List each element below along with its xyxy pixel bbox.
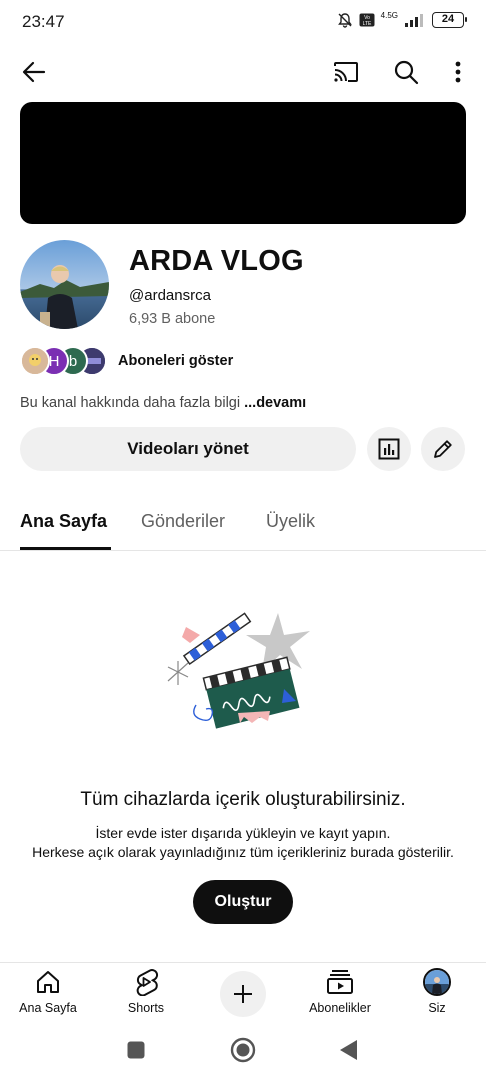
nav-you-icon-wrap [422, 967, 452, 997]
about-more-link[interactable]: ...devamı [244, 395, 306, 411]
tab-posts[interactable]: Gönderiler [141, 511, 225, 532]
active-tab-indicator [20, 547, 111, 550]
back-button[interactable] [338, 1039, 358, 1061]
status-time: 23:47 [22, 12, 65, 31]
status-bar: 23:47 Vo LTE 4.5G 24 [0, 0, 486, 46]
back-arrow-icon[interactable] [20, 58, 48, 86]
shorts-icon [131, 967, 161, 997]
nav-you-label: Siz [428, 1001, 446, 1015]
top-app-bar [0, 50, 486, 94]
create-button[interactable]: Oluştur [193, 880, 293, 924]
subscriber-count: 6,93 B abone [129, 311, 216, 327]
channel-tabs: Ana Sayfa Gönderiler Üyelik [0, 500, 486, 551]
status-icons: Vo LTE 4.5G 24 [337, 11, 467, 28]
nav-subscriptions[interactable]: Abonelikler [295, 967, 385, 1015]
tab-membership[interactable]: Üyelik [266, 511, 315, 532]
recents-button[interactable] [127, 1041, 145, 1059]
about-text: Bu kanal hakkında daha fazla bilgi [20, 395, 241, 411]
show-subscribers-row[interactable]: H b Aboneleri göster [20, 345, 233, 377]
nav-shorts-label: Shorts [127, 1001, 165, 1015]
signal-icon [405, 14, 423, 27]
pencil-icon [434, 440, 452, 458]
create-plus-button[interactable] [220, 971, 266, 1017]
clapperboard-illustration [160, 605, 326, 733]
channel-banner [20, 102, 466, 224]
analytics-button[interactable] [367, 427, 411, 471]
nav-shorts[interactable]: Shorts [101, 967, 191, 1015]
tab-home[interactable]: Ana Sayfa [20, 511, 107, 532]
plus-icon [234, 985, 252, 1003]
avatar [423, 968, 451, 996]
channel-handle: @ardansrca [129, 287, 211, 304]
show-subscribers-label[interactable]: Aboneleri göster [118, 353, 233, 369]
cast-icon[interactable] [332, 58, 360, 86]
home-icon [33, 967, 63, 997]
svg-text:LTE: LTE [362, 21, 371, 27]
empty-state-line-1: İster evde ister dışarıda yükleyin ve ka… [95, 825, 391, 841]
manage-videos-button[interactable]: Videoları yönet [20, 427, 356, 471]
bell-off-icon [337, 13, 352, 28]
nav-you[interactable]: Siz [392, 967, 482, 1015]
analytics-icon [378, 438, 400, 460]
nav-subscriptions-label: Abonelikler [309, 1001, 371, 1015]
system-navigation-bar [0, 1022, 486, 1080]
network-type: 4.5G [380, 11, 398, 20]
volte-icon: VoLTE [359, 13, 375, 27]
empty-state-title: Tüm cihazlarda içerik oluşturabilirsiniz… [80, 789, 406, 810]
nav-home-label: Ana Sayfa [19, 1001, 77, 1015]
edit-channel-button[interactable] [421, 427, 465, 471]
channel-avatar[interactable] [20, 240, 109, 329]
bottom-navigation: Ana Sayfa Shorts Abonelikler Siz [0, 962, 486, 1022]
more-vert-icon[interactable] [444, 58, 472, 86]
search-icon[interactable] [392, 58, 420, 86]
channel-name: ARDA VLOG [129, 245, 304, 277]
battery-indicator: 24 [432, 12, 467, 28]
channel-about[interactable]: Bu kanal hakkında daha fazla bilgi ...de… [20, 395, 306, 411]
home-button[interactable] [230, 1037, 256, 1063]
subscriber-avatar [20, 346, 50, 376]
empty-state-line-2: Herkese açık olarak yayınladığınız tüm i… [32, 844, 454, 860]
subscriptions-icon [325, 967, 355, 997]
empty-state-description: İster evde ister dışarıda yükleyin ve ka… [0, 824, 486, 862]
nav-home[interactable]: Ana Sayfa [3, 967, 93, 1015]
